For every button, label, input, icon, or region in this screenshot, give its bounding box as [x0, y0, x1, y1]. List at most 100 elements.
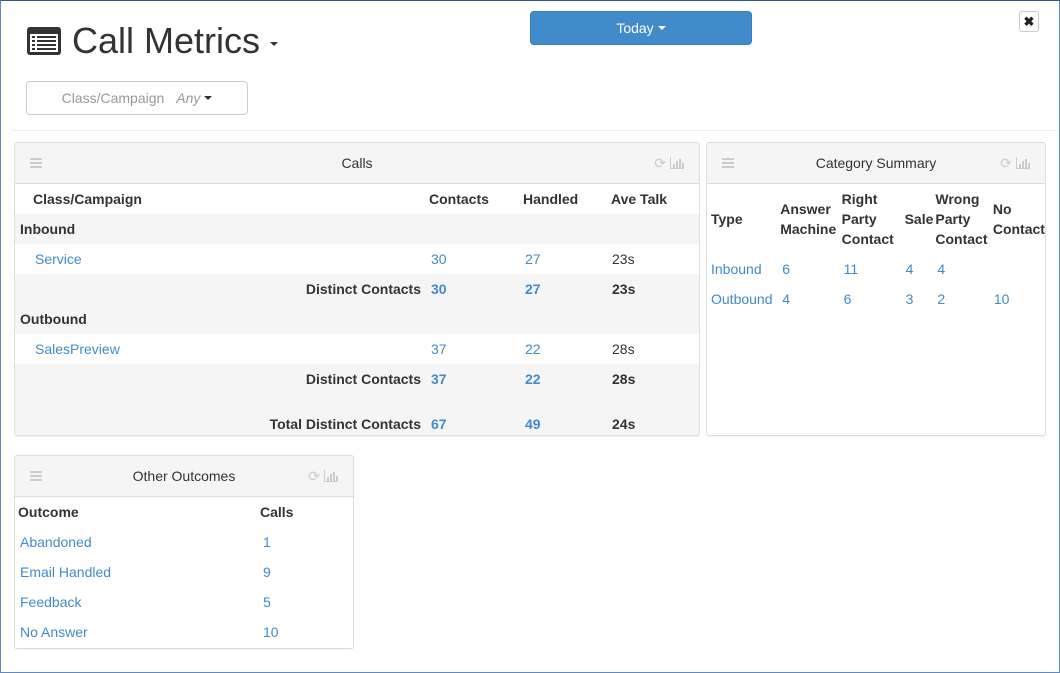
column-header: Contacts	[429, 191, 489, 207]
column-header: Type	[711, 211, 743, 227]
handled-link[interactable]: 49	[525, 416, 541, 432]
answer-machine-link[interactable]: 6	[782, 261, 790, 277]
wrong-party-link[interactable]: 2	[937, 291, 945, 307]
drag-handle-icon[interactable]	[722, 158, 734, 168]
contacts-link[interactable]: 30	[431, 281, 447, 297]
column-header: Sale	[904, 211, 934, 227]
no-contact-link[interactable]: 10	[994, 291, 1010, 307]
ave-talk-value: 24s	[612, 416, 636, 432]
table-row: Outbound 4 6 3 2 10	[711, 284, 1045, 314]
contacts-link[interactable]: 67	[431, 416, 447, 432]
calls-link[interactable]: 10	[263, 624, 279, 640]
page-header: Call Metrics	[26, 20, 279, 62]
panel-header: Category Summary ⟳	[707, 143, 1045, 184]
close-icon: ✖	[1023, 13, 1035, 29]
outcome-link[interactable]: Feedback	[20, 594, 81, 610]
handled-link[interactable]: 22	[525, 341, 541, 357]
outcome-link[interactable]: Abandoned	[20, 534, 92, 550]
column-header: Outcome	[18, 504, 79, 520]
panel-title: Calls	[341, 155, 373, 171]
table-header-row: Outcome Calls	[18, 497, 348, 527]
panel-header: Calls ⟳	[15, 143, 699, 184]
panel-header: Other Outcomes ⟳	[15, 456, 353, 497]
group-name: Outbound	[20, 311, 87, 327]
page-title: Call Metrics	[72, 20, 261, 61]
calls-link[interactable]: 1	[263, 534, 271, 550]
ave-talk-value: 23s	[612, 281, 636, 297]
handled-link[interactable]: 22	[525, 371, 541, 387]
date-range-dropdown-button[interactable]: Today	[530, 11, 752, 45]
handled-link[interactable]: 27	[525, 251, 541, 267]
close-button[interactable]: ✖	[1019, 11, 1039, 32]
refresh-icon[interactable]: ⟳	[1000, 156, 1012, 170]
handled-link[interactable]: 27	[525, 281, 541, 297]
category-table: Type Answer Machine Right Party Contact Sal…	[711, 184, 1045, 314]
right-party-link[interactable]: 11	[844, 261, 859, 277]
table-row: No Answer 10	[18, 617, 348, 647]
drag-handle-icon[interactable]	[30, 158, 42, 168]
bar-chart-icon[interactable]	[324, 470, 338, 482]
column-header: Class/Campaign	[33, 191, 142, 207]
other-outcomes-panel: Other Outcomes ⟳ Outcome Calls Abandoned…	[14, 455, 354, 649]
column-header: Answer Machine	[780, 201, 837, 237]
table-header-row: Class/Campaign Contacts Handled Ave Talk	[15, 184, 699, 214]
group-name: Inbound	[20, 221, 76, 237]
subtotal-label: Distinct Contacts	[305, 371, 421, 387]
table-row: Abandoned 1	[18, 527, 348, 557]
column-header: No Contact	[992, 201, 1045, 237]
subtotal-row: Distinct Contacts 30 27 23s	[15, 274, 699, 304]
column-header: Wrong Party Contact	[935, 191, 988, 247]
answer-machine-link[interactable]: 4	[782, 291, 790, 307]
sale-link[interactable]: 3	[906, 291, 914, 307]
column-header: Ave Talk	[611, 191, 668, 207]
campaign-link[interactable]: SalesPreview	[35, 341, 120, 357]
table-row: Inbound 6 11 4 4	[711, 254, 1045, 284]
contacts-link[interactable]: 37	[431, 371, 447, 387]
type-link[interactable]: Outbound	[711, 291, 773, 307]
table-row: Feedback 5	[18, 587, 348, 617]
title-dropdown-caret-icon[interactable]	[270, 42, 279, 46]
group-row: Inbound	[15, 214, 699, 244]
calls-link[interactable]: 9	[263, 564, 271, 580]
outcomes-table: Outcome Calls Abandoned 1 Email Handled …	[18, 497, 348, 647]
table-row: Service 30 27 23s	[15, 244, 699, 274]
campaign-link[interactable]: Service	[35, 251, 82, 267]
panel-title: Category Summary	[815, 155, 937, 171]
table-header-row: Type Answer Machine Right Party Contact Sal…	[711, 184, 1045, 254]
ave-talk-value: 28s	[612, 341, 635, 357]
divider	[11, 130, 1058, 131]
subtotal-label: Distinct Contacts	[305, 281, 421, 297]
contacts-link[interactable]: 37	[431, 341, 447, 357]
category-summary-panel: Category Summary ⟳ Type Answer Machine Ri…	[706, 142, 1046, 436]
total-label: Total Distinct Contacts	[269, 416, 421, 432]
outcome-link[interactable]: No Answer	[20, 624, 88, 640]
wrong-party-link[interactable]: 4	[937, 261, 945, 277]
sale-link[interactable]: 4	[906, 261, 914, 277]
contacts-link[interactable]: 30	[431, 251, 447, 267]
table-row: SalesPreview 37 22 28s	[15, 334, 699, 364]
class-campaign-filter-button[interactable]: Class/Campaign Any	[26, 81, 248, 115]
filter-value: Any	[176, 90, 201, 106]
drag-handle-icon[interactable]	[30, 471, 42, 481]
right-party-link[interactable]: 6	[844, 291, 852, 307]
bar-chart-icon[interactable]	[670, 157, 684, 169]
column-header: Calls	[260, 504, 294, 520]
outcome-link[interactable]: Email Handled	[20, 564, 111, 580]
chevron-down-icon	[204, 96, 213, 100]
calls-table: Class/Campaign Contacts Handled Ave Talk…	[15, 184, 699, 435]
calls-link[interactable]: 5	[263, 594, 271, 610]
panel-title: Other Outcomes	[132, 468, 236, 484]
refresh-icon[interactable]: ⟳	[308, 469, 320, 483]
column-header: Handled	[523, 191, 579, 207]
type-link[interactable]: Inbound	[711, 261, 762, 277]
calls-panel: Calls ⟳ Class/Campaign Contacts Handled …	[14, 142, 700, 436]
date-range-label: Today	[616, 20, 654, 36]
refresh-icon[interactable]: ⟳	[654, 156, 666, 170]
list-alt-icon	[27, 27, 61, 55]
ave-talk-value: 23s	[612, 251, 635, 267]
subtotal-row: Distinct Contacts 37 22 28s	[15, 364, 699, 394]
table-row: Email Handled 9	[18, 557, 348, 587]
bar-chart-icon[interactable]	[1016, 157, 1030, 169]
chevron-down-icon	[657, 26, 666, 30]
filter-label: Class/Campaign	[61, 90, 165, 106]
